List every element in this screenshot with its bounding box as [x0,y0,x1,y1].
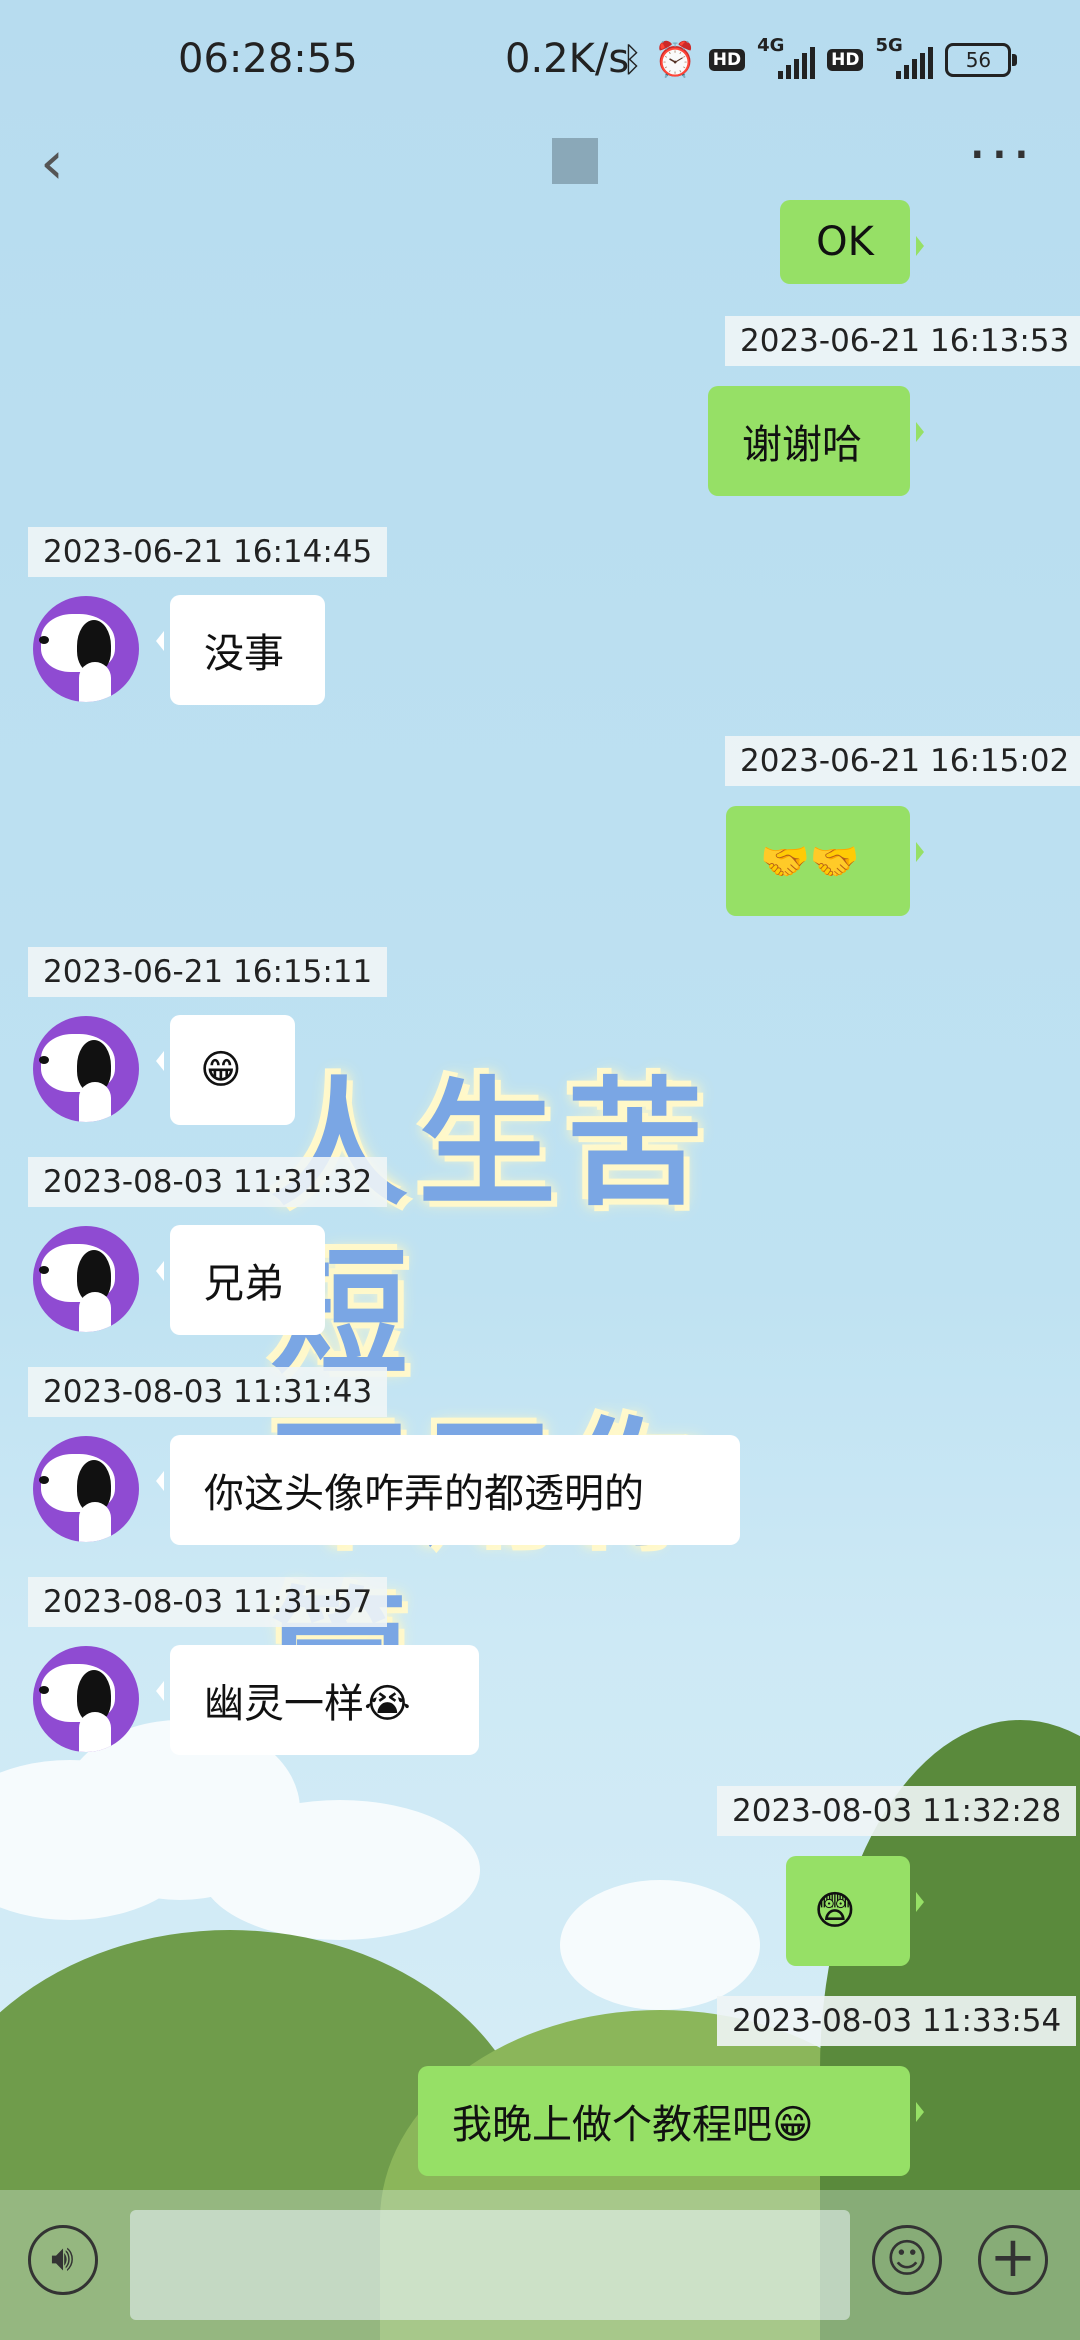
message-timestamp: 2023-06-21 16:13:53 [725,316,1080,366]
message-text: 😨 [814,1888,856,1934]
hd-badge-2: HD [827,49,864,71]
message-text: 我晚上做个教程吧😁 [452,2102,814,2148]
hd-badge-1: HD [708,49,746,71]
message-timestamp: 2023-08-03 11:31:43 [28,1367,388,1417]
message-text: 谢谢哈 [742,422,862,468]
chat-nav-bar: ‹ ··· [0,120,1080,220]
message-bubble[interactable]: 幽灵一样😭 [156,1645,479,1755]
message-timestamp: 2023-06-21 16:14:45 [28,527,388,577]
message-text: 兄弟 [204,1261,284,1307]
back-button[interactable]: ‹ [40,128,64,198]
contact-avatar[interactable] [33,596,139,702]
alarm-icon: ⏰ [654,40,697,80]
message-timestamp: 2023-06-21 16:15:02 [725,736,1080,786]
message-text: 幽灵一样😭 [204,1681,411,1727]
plus-icon[interactable]: + [978,2225,1048,2295]
message-bubble[interactable]: 没事 [156,595,325,705]
message-text: 没事 [204,631,284,677]
message-timestamp: 2023-08-03 11:33:54 [717,1996,1077,2046]
status-time: 06:28:55 [178,36,358,82]
contact-avatar[interactable] [33,1646,139,1752]
message-bubble[interactable]: 🤝🤝 [726,806,924,916]
input-bar: 🔊︎ ☺ + [0,2190,1080,2340]
message-text: 😁 [200,1047,242,1093]
battery-icon: 56 [945,43,1018,77]
signal-icon-1: 4G [757,35,816,79]
voice-icon[interactable]: 🔊︎ [28,2225,98,2295]
message-bubble[interactable]: 你这头像咋弄的都透明的 [156,1435,740,1545]
message-timestamp: 2023-08-03 11:31:32 [28,1157,388,1207]
message-bubble[interactable]: 😁 [156,1015,295,1125]
contact-avatar[interactable] [33,1436,139,1542]
message-timestamp: 2023-08-03 11:31:57 [28,1577,388,1627]
more-options-button[interactable]: ··· [968,120,1034,190]
signal-icon-2: 5G [875,35,934,79]
chat-title-placeholder [552,138,598,184]
message-bubble[interactable]: 谢谢哈 [708,386,924,496]
contact-avatar[interactable] [33,1226,139,1332]
status-bar: 06:28:55 0.2K/s ᛒ ⏰ HD 4G HD 5G 56 [0,0,1080,120]
message-input[interactable] [130,2210,850,2320]
message-bubble[interactable]: 😨 [786,1856,924,1966]
message-bubble[interactable]: 兄弟 [156,1225,325,1335]
contact-avatar[interactable] [33,1016,139,1122]
message-text: 🤝🤝 [760,838,860,885]
emoji-icon[interactable]: ☺ [872,2225,942,2295]
message-timestamp: 2023-06-21 16:15:11 [28,947,388,997]
message-bubble[interactable]: 我晚上做个教程吧😁 [418,2066,924,2176]
message-text: OK [816,219,874,265]
message-list[interactable]: OK 2023-06-21 16:13:53 谢谢哈 2023-06-21 16… [0,0,1080,2190]
bluetooth-icon: ᛒ [622,40,643,80]
message-text: 你这头像咋弄的都透明的 [204,1471,644,1517]
status-net-speed: 0.2K/s [505,36,630,82]
message-timestamp: 2023-08-03 11:32:28 [717,1786,1077,1836]
